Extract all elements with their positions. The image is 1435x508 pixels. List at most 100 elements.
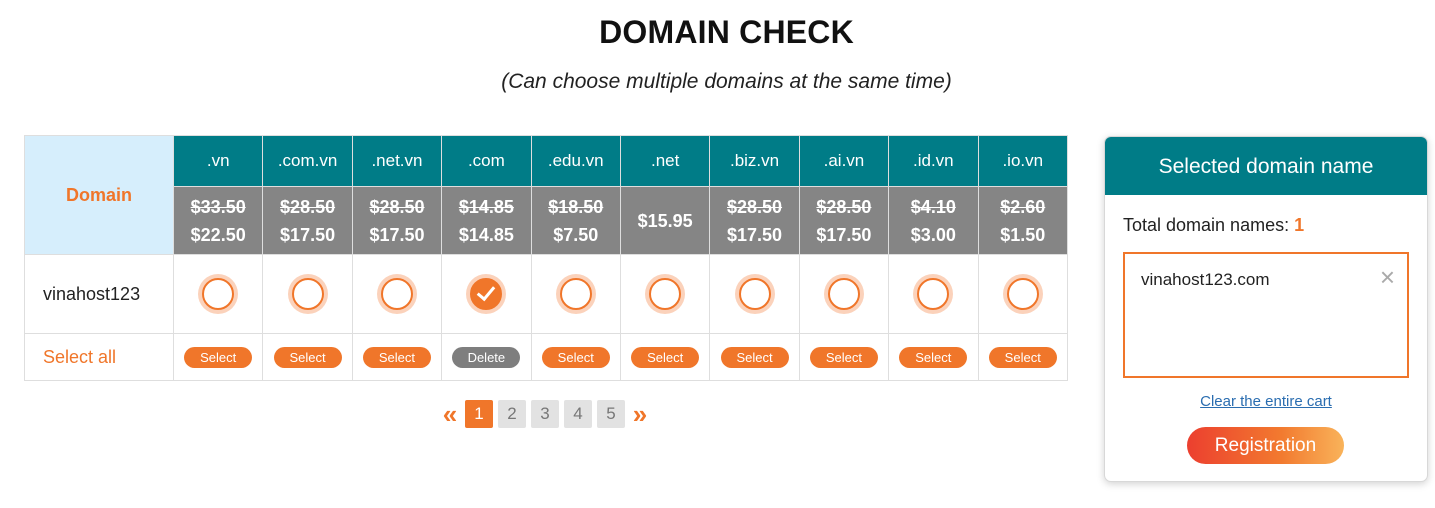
old-price: $28.50 xyxy=(727,196,783,217)
price-cell: $4.10 $3.00 xyxy=(888,186,979,255)
page-button[interactable]: 1 xyxy=(465,400,493,428)
current-price: $3.00 xyxy=(910,224,956,245)
domain-table: Domain .vn .com.vn .net.vn .com .edu.vn .net.… xyxy=(24,135,1069,381)
select-button[interactable]: Select xyxy=(184,346,253,368)
price-cell: $28.50 $17.50 xyxy=(709,186,800,255)
current-price: $17.50 xyxy=(369,224,425,245)
action-cell: Select xyxy=(262,333,353,381)
old-price: $28.50 xyxy=(280,196,336,217)
extension-header: .net xyxy=(619,135,711,187)
cart-items-box: vinahost123.com × xyxy=(1123,252,1409,378)
price-cell: $28.50 $17.50 xyxy=(262,186,353,255)
extension-header: .edu.vn xyxy=(530,135,621,187)
current-price: $17.50 xyxy=(727,224,783,245)
select-button[interactable]: Select xyxy=(809,346,878,368)
clear-cart-link[interactable]: Clear the entire cart xyxy=(1105,393,1427,410)
old-price: $28.50 xyxy=(369,196,425,217)
radio-cell xyxy=(888,254,979,334)
old-price: $18.50 xyxy=(548,196,604,217)
select-button[interactable]: Select xyxy=(273,346,342,368)
extension-header: .net.vn xyxy=(351,135,443,187)
cart-panel: Selected domain name Total domain names:… xyxy=(1104,136,1428,482)
radio-button[interactable] xyxy=(380,278,413,310)
old-price: $2.60 xyxy=(1000,196,1046,217)
next-page-icon[interactable]: » xyxy=(630,400,650,428)
action-cell: Select xyxy=(172,333,264,381)
radio-button[interactable] xyxy=(649,278,682,310)
action-cell: Select xyxy=(888,333,979,381)
radio-cell xyxy=(262,254,353,334)
select-all-link[interactable]: Select all xyxy=(24,333,174,381)
page-button[interactable]: 3 xyxy=(531,400,559,428)
select-button[interactable]: Select xyxy=(988,346,1057,368)
current-price: $17.50 xyxy=(280,224,336,245)
page-list: 12345 xyxy=(465,400,625,428)
action-cell: Select xyxy=(351,333,443,381)
old-price: $4.10 xyxy=(910,196,956,217)
price-row: $33.50 $22.50 $28.50 $17.50 $28.50 $17.50 $14.… xyxy=(25,186,1069,255)
old-price: $28.50 xyxy=(816,196,872,217)
radio-cell xyxy=(530,254,621,334)
page-button[interactable]: 5 xyxy=(597,400,625,428)
domain-column-header: Domain xyxy=(24,135,174,255)
extension-header: .ai.vn xyxy=(798,135,890,187)
radio-button[interactable] xyxy=(202,278,235,310)
current-price: $7.50 xyxy=(553,224,599,245)
radio-cell xyxy=(709,254,800,334)
old-price: $33.50 xyxy=(190,196,246,217)
price-cell: $28.50 $17.50 xyxy=(798,186,890,255)
radio-cell xyxy=(619,254,711,334)
select-button[interactable]: Select xyxy=(720,346,789,368)
price-cell: $18.50 $7.50 xyxy=(530,186,621,255)
action-cell: Select xyxy=(977,333,1069,381)
radio-button[interactable] xyxy=(917,278,950,310)
radio-cell xyxy=(441,254,532,334)
current-price: $22.50 xyxy=(190,224,246,245)
price-cell: $14.85 $14.85 xyxy=(441,186,532,255)
old-price: $14.85 xyxy=(458,196,514,217)
radio-cell xyxy=(798,254,890,334)
extension-header: .io.vn xyxy=(977,135,1069,187)
price-cell: $28.50 $17.50 xyxy=(351,186,443,255)
current-price: $15.95 xyxy=(637,210,693,231)
select-button[interactable]: Select xyxy=(541,346,610,368)
extension-header-row: Domain .vn .com.vn .net.vn .com .edu.vn .net.… xyxy=(24,135,1069,255)
checkmark-radio-icon[interactable] xyxy=(470,278,503,310)
cart-total: Total domain names: 1 xyxy=(1123,215,1304,236)
radio-button[interactable] xyxy=(827,278,860,310)
radio-cell xyxy=(172,254,264,334)
page-button[interactable]: 2 xyxy=(498,400,526,428)
radio-button[interactable] xyxy=(1006,278,1039,310)
radio-button[interactable] xyxy=(291,278,324,310)
action-row: Select all Select Select Select Delete Selec… xyxy=(24,333,1069,381)
prev-page-icon[interactable]: « xyxy=(440,400,460,428)
extension-header: .biz.vn xyxy=(709,135,800,187)
radio-button[interactable] xyxy=(559,278,592,310)
delete-button[interactable]: Delete xyxy=(452,346,521,368)
cart-item: vinahost123.com xyxy=(1141,270,1270,289)
select-button[interactable]: Select xyxy=(631,346,700,368)
radio-button[interactable] xyxy=(738,278,771,310)
close-icon[interactable]: × xyxy=(1380,264,1395,290)
extension-header: .vn xyxy=(172,135,264,187)
cart-total-label: Total domain names: xyxy=(1123,215,1290,235)
page-button[interactable]: 4 xyxy=(564,400,592,428)
select-button[interactable]: Select xyxy=(899,346,968,368)
extension-header: .id.vn xyxy=(888,135,979,187)
radio-cell xyxy=(351,254,443,334)
cart-title: Selected domain name xyxy=(1105,137,1427,195)
price-cell: $2.60 $1.50 xyxy=(977,186,1069,255)
extension-header: .com.vn xyxy=(262,135,353,187)
price-cell: $15.95 xyxy=(619,186,711,255)
registration-button[interactable]: Registration xyxy=(1187,427,1344,464)
action-cell: Select xyxy=(530,333,621,381)
pagination: « 12345 » xyxy=(440,400,650,428)
page-title: DOMAIN CHECK xyxy=(599,14,854,50)
domain-row: vinahost123 xyxy=(24,254,1069,334)
page-subtitle: (Can choose multiple domains at the same… xyxy=(501,70,952,93)
action-cell: Delete xyxy=(441,333,532,381)
current-price: $1.50 xyxy=(1000,224,1046,245)
select-button[interactable]: Select xyxy=(362,346,431,368)
current-price: $14.85 xyxy=(458,224,514,245)
action-cell: Select xyxy=(709,333,800,381)
